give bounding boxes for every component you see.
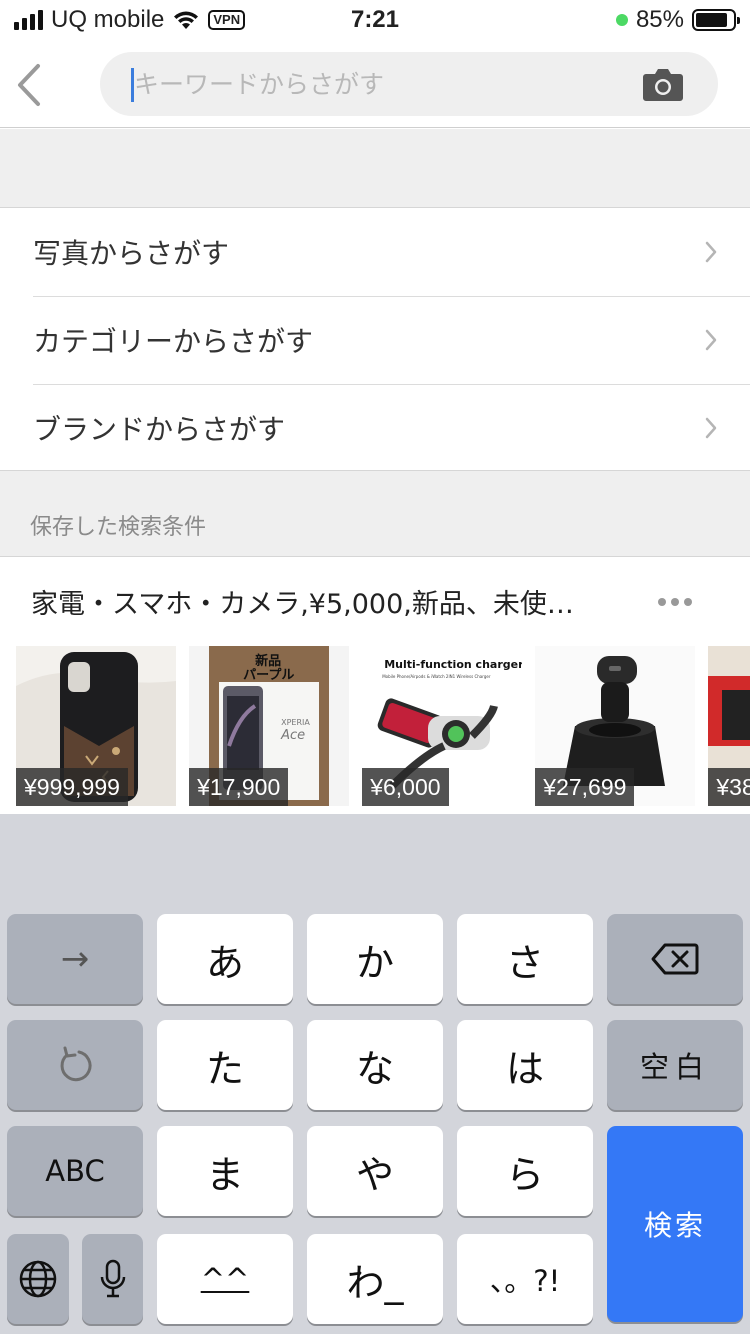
kana-ha-key[interactable]: は bbox=[457, 1020, 593, 1110]
space-key[interactable]: 空白 bbox=[607, 1020, 743, 1110]
microphone-key[interactable] bbox=[82, 1234, 143, 1324]
saved-searches-header: 保存した検索条件 bbox=[0, 470, 750, 557]
japanese-kana-keyboard: → あ か さ た な は 空白 ABC ま や ら 検索 ^^ わ_ 、。?! bbox=[0, 814, 750, 1334]
kana-ta-key[interactable]: た bbox=[157, 1020, 293, 1110]
search-by-category-item[interactable]: カテゴリーからさがす bbox=[0, 296, 750, 384]
product-price: ¥17,900 bbox=[189, 768, 289, 806]
undo-icon bbox=[60, 1046, 92, 1082]
saved-search-item[interactable]: 家電・スマホ・カメラ,¥5,000,新品、未使… ¥999,999 新品 パープ… bbox=[0, 558, 750, 814]
menu-item-label: 写真からさがす bbox=[33, 237, 230, 270]
kana-na-key[interactable]: な bbox=[307, 1020, 443, 1110]
product-image-title: Multi-function charger bbox=[384, 658, 523, 671]
kana-ya-key[interactable]: や bbox=[307, 1126, 443, 1216]
delete-icon bbox=[651, 943, 699, 975]
kana-wa-key[interactable]: わ_ bbox=[307, 1234, 443, 1324]
search-bar[interactable] bbox=[100, 52, 718, 116]
product-thumbnail[interactable]: Multi-function charger Mobile Phone/Airp… bbox=[362, 646, 523, 806]
search-method-list: 写真からさがす カテゴリーからさがす ブランドからさがす bbox=[0, 208, 750, 472]
camera-icon[interactable] bbox=[642, 66, 684, 102]
kana-ma-key[interactable]: ま bbox=[157, 1126, 293, 1216]
section-label: 保存した検索条件 bbox=[30, 515, 207, 540]
search-input[interactable] bbox=[134, 64, 624, 104]
globe-icon bbox=[19, 1260, 57, 1298]
chevron-right-icon bbox=[705, 329, 717, 351]
globe-key[interactable] bbox=[7, 1234, 69, 1324]
product-image-subtitle: Mobile Phone/Airpods & iWatch 2IN1 Wirel… bbox=[382, 674, 491, 679]
status-bar: UQ mobile VPN 7:21 85% bbox=[0, 0, 750, 42]
product-thumbnail[interactable]: 新品 パープル XPERIA Ace ¥17,900 bbox=[189, 646, 350, 806]
undo-key[interactable] bbox=[7, 1020, 143, 1110]
battery-percent: 85% bbox=[635, 6, 684, 33]
kaomoji-key[interactable]: ^^ bbox=[157, 1234, 293, 1324]
cursor-right-key[interactable]: → bbox=[7, 914, 143, 1004]
menu-item-label: ブランドからさがす bbox=[33, 413, 286, 446]
product-price: ¥38, bbox=[708, 768, 750, 806]
product-thumbnail[interactable]: ¥27,699 bbox=[535, 646, 696, 806]
kana-sa-key[interactable]: さ bbox=[457, 914, 593, 1004]
search-header bbox=[0, 42, 750, 128]
kana-ka-key[interactable]: か bbox=[307, 914, 443, 1004]
product-price: ¥6,000 bbox=[362, 768, 449, 806]
status-right: 85% bbox=[615, 6, 740, 34]
product-image-label-purple: パープル bbox=[243, 668, 295, 683]
kana-a-key[interactable]: あ bbox=[157, 914, 293, 1004]
kana-ra-key[interactable]: ら bbox=[457, 1126, 593, 1216]
product-thumbnail[interactable]: ¥999,999 bbox=[16, 646, 176, 806]
chevron-right-icon bbox=[705, 241, 717, 263]
search-by-brand-item[interactable]: ブランドからさがす bbox=[0, 384, 750, 472]
product-thumbnail[interactable]: ¥38, bbox=[708, 646, 750, 806]
back-chevron-icon[interactable] bbox=[14, 62, 46, 108]
microphone-icon bbox=[100, 1259, 125, 1298]
chevron-right-icon bbox=[705, 417, 717, 439]
product-price: ¥27,699 bbox=[535, 768, 635, 806]
menu-item-label: カテゴリーからさがす bbox=[33, 325, 314, 358]
green-indicator-dot bbox=[615, 14, 628, 26]
spacer-band bbox=[0, 129, 750, 208]
product-image-label-xperia: XPERIA bbox=[281, 718, 310, 727]
product-image-label-ace: Ace bbox=[281, 728, 306, 743]
battery-icon bbox=[692, 9, 740, 31]
product-thumbnail-strip[interactable]: ¥999,999 新品 パープル XPERIA Ace ¥17,900 Mult… bbox=[16, 646, 750, 806]
abc-key[interactable]: ABC bbox=[7, 1126, 143, 1216]
product-price: ¥999,999 bbox=[16, 768, 128, 806]
punctuation-key[interactable]: 、。?! bbox=[457, 1234, 593, 1324]
more-options-icon[interactable] bbox=[658, 598, 692, 606]
search-by-photo-item[interactable]: 写真からさがす bbox=[0, 208, 750, 296]
delete-key[interactable] bbox=[607, 914, 743, 1004]
saved-search-title[interactable]: 家電・スマホ・カメラ,¥5,000,新品、未使… bbox=[31, 582, 641, 621]
search-key[interactable]: 検索 bbox=[607, 1126, 743, 1322]
